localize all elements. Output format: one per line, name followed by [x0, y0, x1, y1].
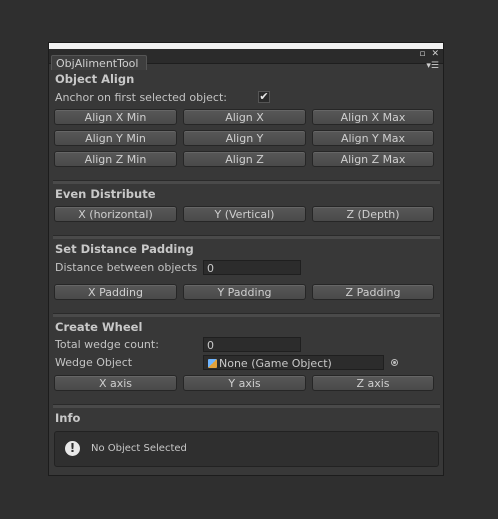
menu-icon[interactable]: ▾☰ [426, 61, 439, 71]
y-padding-button[interactable]: Y Padding [183, 284, 306, 300]
window-controls: ▫ ✕ [413, 49, 439, 59]
anchor-label: Anchor on first selected object: [55, 91, 227, 104]
section-title-object-align: Object Align [55, 72, 135, 86]
wedge-object-value: None (Game Object) [219, 357, 332, 370]
align-x-min-button[interactable]: Align X Min [54, 109, 177, 125]
section-title-distance-padding: Set Distance Padding [55, 242, 194, 256]
tab-objalimenttool[interactable]: ObjAlimentTool [51, 55, 148, 70]
wedge-count-input[interactable]: 0 [203, 337, 301, 352]
anchor-checkbox[interactable]: ✔ [258, 91, 270, 103]
align-y-button[interactable]: Align Y [183, 130, 306, 146]
distance-input[interactable]: 0 [203, 260, 301, 275]
section-title-info: Info [55, 411, 81, 425]
info-box: ! No Object Selected [54, 431, 439, 467]
section-title-even-distribute: Even Distribute [55, 187, 156, 201]
x-padding-button[interactable]: X Padding [54, 284, 177, 300]
align-y-max-button[interactable]: Align Y Max [312, 130, 434, 146]
wheel-z-axis-button[interactable]: Z axis [312, 375, 434, 391]
pin-icon[interactable]: ▫ [419, 49, 425, 59]
exclamation-icon: ! [65, 441, 80, 456]
section-divider [53, 180, 440, 184]
wheel-x-axis-button[interactable]: X axis [54, 375, 177, 391]
align-x-max-button[interactable]: Align X Max [312, 109, 434, 125]
tool-window: ObjAlimentTool ▫ ✕ ▾☰ Object Align Anchor… [48, 42, 444, 476]
wedge-object-label: Wedge Object [55, 356, 133, 369]
game-object-icon [208, 359, 217, 368]
z-padding-button[interactable]: Z Padding [312, 284, 434, 300]
close-icon[interactable]: ✕ [431, 49, 439, 59]
info-message: No Object Selected [91, 443, 187, 454]
wedge-count-label: Total wedge count: [55, 338, 159, 351]
section-divider [53, 313, 440, 317]
distance-label: Distance between objects [55, 261, 198, 274]
section-title-create-wheel: Create Wheel [55, 320, 143, 334]
object-picker-icon[interactable] [391, 359, 398, 366]
align-z-button[interactable]: Align Z [183, 151, 306, 167]
section-divider [53, 235, 440, 239]
tab-row: ObjAlimentTool ▫ ✕ ▾☰ [49, 49, 443, 71]
distribute-z-button[interactable]: Z (Depth) [312, 206, 434, 222]
align-x-button[interactable]: Align X [183, 109, 306, 125]
align-z-min-button[interactable]: Align Z Min [54, 151, 177, 167]
distribute-y-button[interactable]: Y (Vertical) [183, 206, 306, 222]
wheel-y-axis-button[interactable]: Y axis [183, 375, 306, 391]
section-divider [53, 404, 440, 408]
align-y-min-button[interactable]: Align Y Min [54, 130, 177, 146]
align-z-max-button[interactable]: Align Z Max [312, 151, 434, 167]
wedge-object-field[interactable]: None (Game Object) [203, 355, 384, 370]
distribute-x-button[interactable]: X (horizontal) [54, 206, 177, 222]
